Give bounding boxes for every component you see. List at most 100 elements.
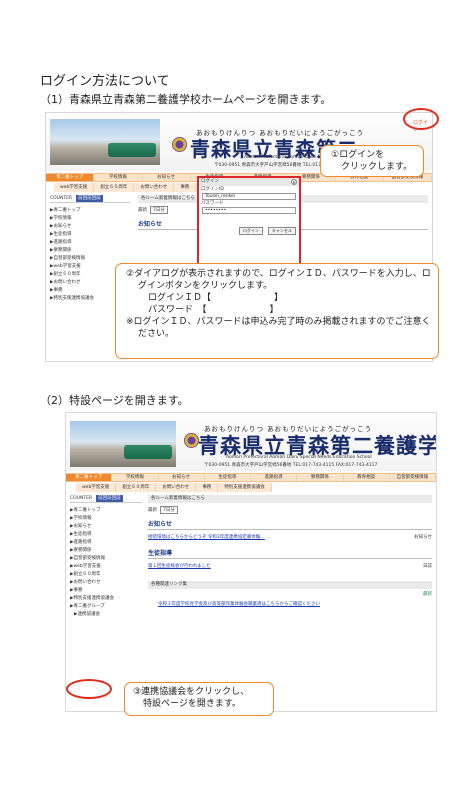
nav-news[interactable]: お知らせ <box>143 174 191 181</box>
news-link[interactable]: 接続環境はこちらからどうぞ 令和3年度連携協定書体験… <box>148 534 265 540</box>
council-highlight-ring <box>66 679 112 699</box>
callout-council: ③連携協議会をクリックし、 特設ページを開きます。 <box>124 682 274 716</box>
room-info-header-2: 各ルーム新着情報はこちら <box>148 495 432 503</box>
sidebar-item-career[interactable]: ▶進路指導 <box>50 239 130 247</box>
nav-school-info-2[interactable]: 学校情報 <box>112 474 159 481</box>
subnav-office[interactable]: 事務 <box>174 183 197 192</box>
callout-dialog: ②ダイアログが表示されますので、ログインＩＤ、パスワードを入力し、ロ グインボタ… <box>115 263 439 359</box>
callout-login: ①ログインを クリックします。 <box>320 145 424 177</box>
main-nav-2: 青二養トップ 学校情報 お知らせ 生徒指導 進路指導 寮務関係 教育相談 自習部… <box>66 473 436 482</box>
counter-value: 前回前回前 <box>76 195 103 202</box>
counter-value-2: 前回前回前 <box>96 495 123 502</box>
sidebar2-item-school-info[interactable]: ▶学校情報 <box>70 515 142 523</box>
sidebar2-item-contact[interactable]: ▶お問い合わせ <box>70 579 142 587</box>
subnav-contact[interactable]: お問い合わせ <box>134 183 175 192</box>
period-label-2: 最新 <box>148 508 157 513</box>
subnav-web-2[interactable]: web学習支援 <box>76 483 117 492</box>
sub-nav-2: web学習支援 創立６０周年 お問い合わせ 事務 特別支援連携協議会 <box>76 483 272 492</box>
school-address-2: 〒030-0951 青森市大字戸山字宮崎56番地 TEL:017-743-411… <box>204 463 378 468</box>
related-links-header: 各種関連リンク集 <box>148 581 432 589</box>
period-select-2[interactable]: 7日分 <box>160 506 178 514</box>
sidebar2-item-top[interactable]: ▶青二養トップ <box>70 507 142 515</box>
callout3-line1: ③連携協議会をクリックし、 <box>133 687 250 697</box>
subnav-60th[interactable]: 創立６０周年 <box>94 183 135 192</box>
sidebar2-item-office[interactable]: ▶事務 <box>70 587 142 595</box>
sidebar2-item-group[interactable]: ▶青二養グループ <box>70 603 142 611</box>
guidance-heading: 生徒指導 <box>148 548 432 559</box>
callout1-line1: ①ログインを <box>331 150 385 160</box>
sidebar-item-news[interactable]: ▶お知らせ <box>50 223 130 231</box>
sidebar-item-top[interactable]: ▶青二養トップ <box>50 207 130 215</box>
subnav-contact-2[interactable]: お問い合わせ <box>156 483 197 492</box>
step2-text: （2）特設ページを開きます。 <box>40 394 189 407</box>
sidebar-item-dorm[interactable]: ▶寮務関係 <box>50 247 130 255</box>
nav-career-2[interactable]: 進路指導 <box>251 474 298 481</box>
step1-text: （1）青森県立青森第二養護学校ホームページを開きます。 <box>40 93 332 106</box>
counter-label-2: COUNTER <box>70 496 93 501</box>
password-input[interactable]: •••••••• <box>202 207 296 214</box>
bus-image <box>108 143 156 157</box>
nav-dorm-2[interactable]: 寮務関係 <box>297 474 344 481</box>
sidebar-item-guidance[interactable]: ▶生徒指導 <box>50 231 130 239</box>
site-banner-2: あおもりけんりつ あおもりだいにようごがっこう 青森県立青森第二養護学校 Aom… <box>66 413 436 471</box>
school-photo <box>50 119 160 165</box>
period-select[interactable]: 7日分 <box>150 206 168 214</box>
nav-school-info[interactable]: 学校情報 <box>94 174 143 181</box>
nav-guidance-2[interactable]: 生徒指導 <box>205 474 251 481</box>
sidebar2-item-career[interactable]: ▶進路指導 <box>70 539 142 547</box>
school-crest-icon-2 <box>184 433 199 448</box>
special-page-screenshot: あおもりけんりつ あおもりだいにようごがっこう 青森県立青森第二養護学校 Aom… <box>65 412 437 712</box>
login-id-input[interactable]: Tousei_renkei <box>202 193 296 200</box>
guidance-tag: 日誌 <box>423 564 432 569</box>
subnav-council-2[interactable]: 特別支援連携協議会 <box>218 483 272 492</box>
callout2-line1: ②ダイアログが表示されますので、ログインＩＤ、パスワードを入力し、ロ <box>126 269 431 279</box>
period-label: 最新 <box>138 208 147 213</box>
subnav-60th-2[interactable]: 創立６０周年 <box>116 483 157 492</box>
related-link[interactable]: 令和３年度学校見学会及び高等部作業体験会職業適はこちらからご確認ください <box>148 601 432 607</box>
sidebar2-item-60th[interactable]: ▶創立６０周年 <box>70 571 142 579</box>
sidebar2-item-guidance[interactable]: ▶生徒指導 <box>70 531 142 539</box>
callout2-line3: ログインＩＤ【 】 <box>148 293 284 303</box>
login-button[interactable]: ログイン <box>238 227 263 235</box>
callout1-line2: クリックします。 <box>341 162 413 172</box>
callout2-line6: ださい。 <box>138 329 175 339</box>
subnav-office-2[interactable]: 事務 <box>196 483 219 492</box>
sidebar-item-exam[interactable]: ▶自習部受検情報 <box>50 255 130 263</box>
callout2-line4: パスワード 【 】 <box>148 305 279 315</box>
main-content-2: 各ルーム新着情報はこちら 最新 7日分 お知らせ 接続環境はこちらからどうぞ 令和… <box>148 495 432 607</box>
callout2-line5: ※ログインＩＤ、パスワードは申込み完了時のみ掲載されますのでご注意く <box>126 317 431 327</box>
nav-consult-2[interactable]: 教育相談 <box>344 474 390 481</box>
nav-exam-2[interactable]: 自習部受検情報 <box>390 474 436 481</box>
sidebar-2: COUNTER 前回前回前 ▶青二養トップ ▶学校情報 ▶お知らせ ▶生徒指導 ▶… <box>70 495 142 619</box>
bus-image-2 <box>124 445 172 459</box>
nav-top[interactable]: 青二養トップ <box>46 174 95 181</box>
sidebar2-item-dorm[interactable]: ▶寮務関係 <box>70 547 142 555</box>
school-crest-icon <box>172 137 187 152</box>
sidebar2-item-council[interactable]: ▶特別支援連携協議会 <box>70 595 142 603</box>
news-tag: お知らせ <box>414 535 432 540</box>
sidebar2-item-news[interactable]: ▶お知らせ <box>70 523 142 531</box>
page-title: ログイン方法について <box>40 74 170 89</box>
login-id-label: ログインID <box>201 187 224 192</box>
nav-top-2[interactable]: 青二養トップ <box>66 474 113 481</box>
related-latest: 最新 <box>423 592 432 597</box>
dialog-title: ログイン <box>199 178 299 186</box>
sidebar2-item-exam[interactable]: ▶自習部受検情報 <box>70 555 142 563</box>
callout2-line2: グインボタンをクリックします。 <box>138 281 273 291</box>
subnav-web[interactable]: web学習支援 <box>54 183 95 192</box>
password-label: パスワード <box>201 201 224 206</box>
school-photo-2 <box>70 421 176 467</box>
callout3-line2: 特設ページを開きます。 <box>143 699 241 709</box>
news-heading-2: お知らせ <box>148 519 432 530</box>
nav-news-2[interactable]: お知らせ <box>159 474 205 481</box>
login-dialog: ログイン × ログインID Tousei_renkei パスワード ••••••… <box>197 176 301 266</box>
school-english-name-2: Aomori Prefectural Aomori Daini Special … <box>226 455 372 460</box>
login-highlight-ring <box>403 108 439 130</box>
cancel-button[interactable]: キャンセル <box>268 227 296 235</box>
dialog-close-icon[interactable]: × <box>291 179 297 185</box>
counter-label: COUNTER <box>50 196 73 201</box>
sidebar2-item-web[interactable]: ▶web学習支援 <box>70 563 142 571</box>
guidance-link[interactable]: 第１回生徒総会が行われました <box>148 563 211 569</box>
sidebar2-item-liaison[interactable]: ▶連携協議会 <box>70 611 142 619</box>
sidebar-item-school-info[interactable]: ▶学校情報 <box>50 215 130 223</box>
